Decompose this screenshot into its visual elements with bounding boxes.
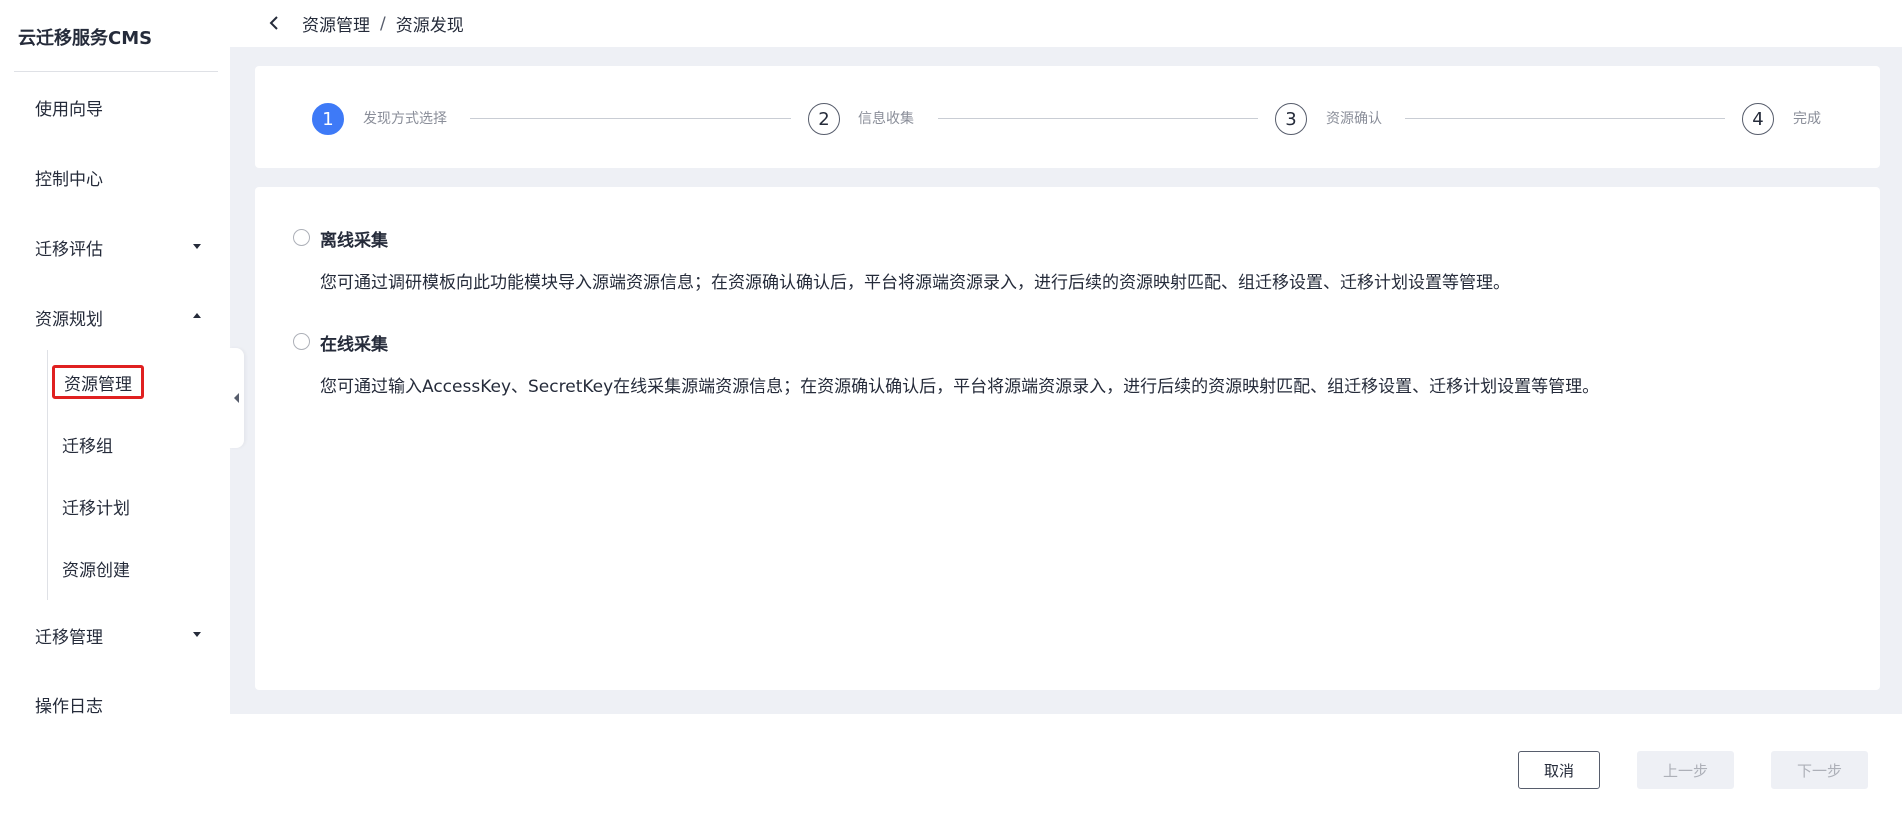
breadcrumb: 资源管理 / 资源发现 bbox=[302, 11, 464, 37]
offline-collection-radio[interactable] bbox=[293, 229, 310, 246]
footer-actions: 取消 上一步 下一步 bbox=[230, 714, 1902, 822]
step-2-label: 信息收集 bbox=[858, 111, 914, 127]
nav-item-migration-management[interactable]: 迁移管理 bbox=[0, 615, 230, 655]
breadcrumb-parent[interactable]: 资源管理 bbox=[302, 11, 370, 36]
sub-item-label: 迁移组 bbox=[62, 436, 113, 457]
offline-collection-title[interactable]: 离线采集 bbox=[320, 226, 388, 251]
sub-item-label: 迁移计划 bbox=[62, 498, 130, 519]
app-root: 云迁移服务CMS 使用向导 控制中心 迁移评估 资源规划 资源管理 迁移组 迁移… bbox=[0, 0, 1902, 822]
step-4-circle: 4 bbox=[1742, 103, 1774, 135]
chevron-down-icon bbox=[193, 632, 201, 637]
step-2-circle: 2 bbox=[808, 103, 840, 135]
breadcrumb-separator: / bbox=[380, 13, 386, 34]
sidebar-collapse-handle[interactable] bbox=[228, 348, 244, 448]
step-3-circle: 3 bbox=[1275, 103, 1307, 135]
sidebar: 云迁移服务CMS 使用向导 控制中心 迁移评估 资源规划 资源管理 迁移组 迁移… bbox=[0, 0, 230, 822]
next-step-button[interactable]: 下一步 bbox=[1771, 751, 1868, 789]
previous-step-button[interactable]: 上一步 bbox=[1637, 751, 1734, 789]
chevron-down-icon bbox=[193, 244, 201, 249]
step-1-label: 发现方式选择 bbox=[363, 111, 447, 127]
online-collection-description: 您可通过输入AccessKey、SecretKey在线采集源端资源信息；在资源确… bbox=[320, 377, 1600, 397]
nav-item-label: 操作日志 bbox=[35, 696, 103, 717]
cancel-button[interactable]: 取消 bbox=[1518, 751, 1600, 789]
nav-item-resource-planning[interactable]: 资源规划 bbox=[0, 297, 230, 337]
step-4-label: 完成 bbox=[1793, 111, 1821, 127]
nav-item-guide[interactable]: 使用向导 bbox=[0, 87, 230, 127]
breadcrumb-current: 资源发现 bbox=[395, 16, 464, 36]
discovery-method-card: 离线采集 您可通过调研模板向此功能模块导入源端资源信息；在资源确认确认后，平台将… bbox=[255, 187, 1880, 690]
online-collection-title[interactable]: 在线采集 bbox=[320, 330, 388, 355]
nav-item-operation-log[interactable]: 操作日志 bbox=[0, 684, 230, 724]
sub-item-label: 资源创建 bbox=[62, 560, 130, 581]
offline-collection-description: 您可通过调研模板向此功能模块导入源端资源信息；在资源确认确认后，平台将源端资源录… bbox=[320, 273, 1510, 293]
collapse-left-icon bbox=[234, 393, 239, 403]
back-arrow-icon[interactable] bbox=[264, 13, 284, 33]
steps-card: 1 发现方式选择 2 信息收集 3 资源确认 4 完成 bbox=[255, 66, 1880, 168]
main-area: 资源管理 / 资源发现 1 发现方式选择 2 信息收集 3 资源确认 4 完成 … bbox=[230, 0, 1902, 822]
brand-divider bbox=[14, 71, 218, 72]
nav-item-migration-assessment[interactable]: 迁移评估 bbox=[0, 227, 230, 267]
step-connector bbox=[938, 118, 1258, 119]
step-1-circle: 1 bbox=[312, 103, 344, 135]
sub-item-resource-creation[interactable]: 资源创建 bbox=[52, 551, 140, 585]
step-connector bbox=[1405, 118, 1725, 119]
sub-item-label: 资源管理 bbox=[64, 374, 132, 395]
nav-item-label: 迁移评估 bbox=[35, 239, 103, 260]
nav-item-label: 使用向导 bbox=[35, 99, 103, 120]
nav-item-label: 资源规划 bbox=[35, 309, 103, 330]
top-bar: 资源管理 / 资源发现 bbox=[230, 0, 1902, 47]
sub-item-resource-management[interactable]: 资源管理 bbox=[52, 365, 144, 399]
submenu-rail bbox=[47, 350, 48, 600]
online-collection-radio[interactable] bbox=[293, 333, 310, 350]
nav-item-label: 迁移管理 bbox=[35, 627, 103, 648]
brand-title: 云迁移服务CMS bbox=[18, 28, 153, 49]
step-3-label: 资源确认 bbox=[1326, 111, 1382, 127]
nav-item-label: 控制中心 bbox=[35, 169, 103, 190]
chevron-up-icon bbox=[193, 313, 201, 318]
sub-item-migration-plan[interactable]: 迁移计划 bbox=[52, 489, 140, 523]
sub-item-migration-group[interactable]: 迁移组 bbox=[52, 427, 123, 461]
nav-item-control-center[interactable]: 控制中心 bbox=[0, 157, 230, 197]
step-connector bbox=[470, 118, 791, 119]
